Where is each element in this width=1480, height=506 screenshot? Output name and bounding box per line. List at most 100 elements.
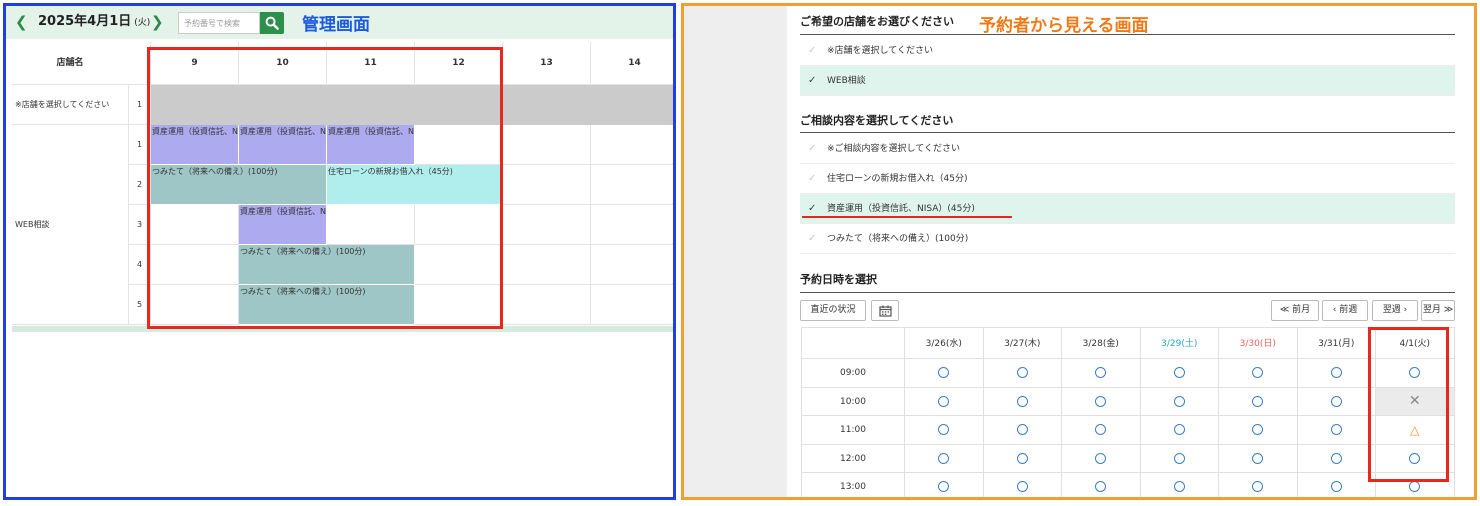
availability-slot[interactable] (905, 359, 984, 388)
availability-slot[interactable] (1140, 416, 1219, 445)
availability-slot[interactable] (1140, 444, 1219, 473)
time-slot[interactable] (415, 245, 503, 285)
time-slot[interactable] (151, 285, 239, 325)
availability-slot[interactable] (1219, 473, 1298, 497)
reservation-search-input[interactable]: 予約番号で検索 (178, 12, 260, 34)
check-icon: ✓ (808, 203, 817, 214)
availability-slot[interactable] (1062, 359, 1141, 388)
reservation-block[interactable]: 資産運用（投資信託、NISA） (239, 205, 327, 245)
hour-header: 13 (503, 42, 591, 85)
calendar-button[interactable] (871, 300, 899, 321)
availability-slot[interactable] (983, 473, 1062, 497)
grid-footer-bar (12, 326, 673, 332)
availability-slot[interactable] (1219, 416, 1298, 445)
availability-slot[interactable] (1062, 387, 1141, 416)
schedule-grid: 店舗名 9 10 11 12 13 14 ※店舗を選択してください 1 WEB相談 1 2 3 4 5 資産運… (12, 42, 673, 326)
time-slot[interactable] (591, 205, 673, 245)
time-slot[interactable] (151, 85, 239, 125)
availability-slot[interactable] (905, 444, 984, 473)
time-slot[interactable] (415, 285, 503, 325)
row-number: 4 (129, 245, 151, 285)
option-item[interactable]: ✓ 資産運用（投資信託、NISA）(45分) (800, 194, 1455, 224)
availability-slot[interactable] (1297, 387, 1376, 416)
time-slot[interactable] (503, 205, 591, 245)
option-label: WEB相談 (827, 76, 866, 86)
store-name-header: 店舗名 (12, 42, 151, 85)
availability-slot[interactable] (1140, 387, 1219, 416)
availability-slot[interactable] (1219, 359, 1298, 388)
chevron-left-icon[interactable]: ❮ (15, 13, 28, 31)
availability-slot[interactable] (1297, 473, 1376, 497)
availability-slot[interactable] (1062, 473, 1141, 497)
time-slot[interactable] (415, 125, 503, 165)
reservation-block[interactable]: 資産運用（投資信託、NISA） (327, 125, 415, 165)
availability-slot[interactable] (1062, 444, 1141, 473)
option-item[interactable]: ✓ ※ご相談内容を選択してください (800, 134, 1455, 164)
availability-slot[interactable] (905, 416, 984, 445)
recent-status-button[interactable]: 直近の状況 (800, 300, 866, 321)
availability-slot[interactable] (905, 473, 984, 497)
next-week-button[interactable]: 翌週 › (1372, 300, 1418, 321)
option-item[interactable]: ✓ ※店舗を選択してください (800, 36, 1455, 66)
prev-month-button[interactable]: ≪ 前月 (1271, 300, 1319, 321)
availability-slot[interactable] (1376, 359, 1455, 388)
time-slot[interactable] (503, 165, 591, 205)
time-slot[interactable] (327, 205, 415, 245)
reservation-block[interactable]: つみたて（将来への備え）(100分) (239, 245, 415, 285)
time-slot[interactable] (151, 245, 239, 285)
time-slot[interactable] (327, 85, 415, 125)
availability-slot[interactable] (1140, 359, 1219, 388)
availability-slot[interactable] (1376, 473, 1455, 497)
availability-slot[interactable] (1140, 473, 1219, 497)
availability-slot[interactable] (1219, 444, 1298, 473)
option-item[interactable]: ✓ つみたて（将来への備え）(100分) (800, 224, 1455, 254)
time-slot[interactable] (591, 245, 673, 285)
option-item[interactable]: ✓ WEB相談 (800, 66, 1455, 96)
availability-slot[interactable] (905, 387, 984, 416)
availability-slot[interactable] (983, 359, 1062, 388)
available-circle-icon (1330, 481, 1342, 493)
availability-slot[interactable] (983, 444, 1062, 473)
customer-screen-caption: 予約者から見える画面 (979, 16, 1149, 36)
chevron-right-icon[interactable]: ❯ (151, 13, 164, 31)
availability-slot[interactable] (1297, 444, 1376, 473)
reservation-block[interactable]: 住宅ローンの新規お借入れ（45分) (327, 165, 503, 205)
time-slot[interactable] (415, 85, 503, 125)
date-header: 3/28(金) (1062, 327, 1141, 359)
time-slot[interactable] (415, 205, 503, 245)
time-slot[interactable] (591, 165, 673, 205)
option-item[interactable]: ✓ 住宅ローンの新規お借入れ（45分) (800, 164, 1455, 194)
reservation-block[interactable]: つみたて（将来への備え）(100分) (151, 165, 327, 205)
section-divider (800, 132, 1455, 133)
reservation-block[interactable]: 資産運用（投資信託、NISA） (151, 125, 239, 165)
reservation-block[interactable]: 資産運用（投資信託、NISA） (239, 125, 327, 165)
availability-slot[interactable] (1376, 444, 1455, 473)
next-month-button[interactable]: 翌月 ≫ (1421, 300, 1455, 321)
date-header: 4/1(火) (1376, 327, 1455, 359)
time-slot[interactable] (591, 85, 673, 125)
availability-slot[interactable]: △ (1376, 416, 1455, 445)
available-circle-icon (1173, 424, 1185, 436)
time-slot[interactable] (503, 285, 591, 325)
reservation-block[interactable]: つみたて（将来への備え）(100分) (239, 285, 415, 325)
time-slot[interactable] (503, 85, 591, 125)
search-button[interactable] (260, 12, 284, 34)
availability-slot[interactable] (983, 387, 1062, 416)
option-label: ※店舗を選択してください (827, 46, 934, 56)
time-slot[interactable] (239, 85, 327, 125)
selection-underline (802, 216, 1012, 218)
availability-slot[interactable] (1219, 387, 1298, 416)
availability-slot[interactable] (983, 416, 1062, 445)
available-circle-icon (1016, 424, 1028, 436)
prev-week-button[interactable]: ‹ 前週 (1322, 300, 1368, 321)
availability-slot[interactable] (1062, 416, 1141, 445)
availability-slot[interactable] (1297, 359, 1376, 388)
time-slot[interactable] (591, 285, 673, 325)
time-slot[interactable] (151, 205, 239, 245)
unavailable-cross-icon: ✕ (1408, 393, 1421, 410)
availability-slot[interactable] (1297, 416, 1376, 445)
row-number: 3 (129, 205, 151, 245)
time-slot[interactable] (503, 125, 591, 165)
time-slot[interactable] (503, 245, 591, 285)
time-slot[interactable] (591, 125, 673, 165)
